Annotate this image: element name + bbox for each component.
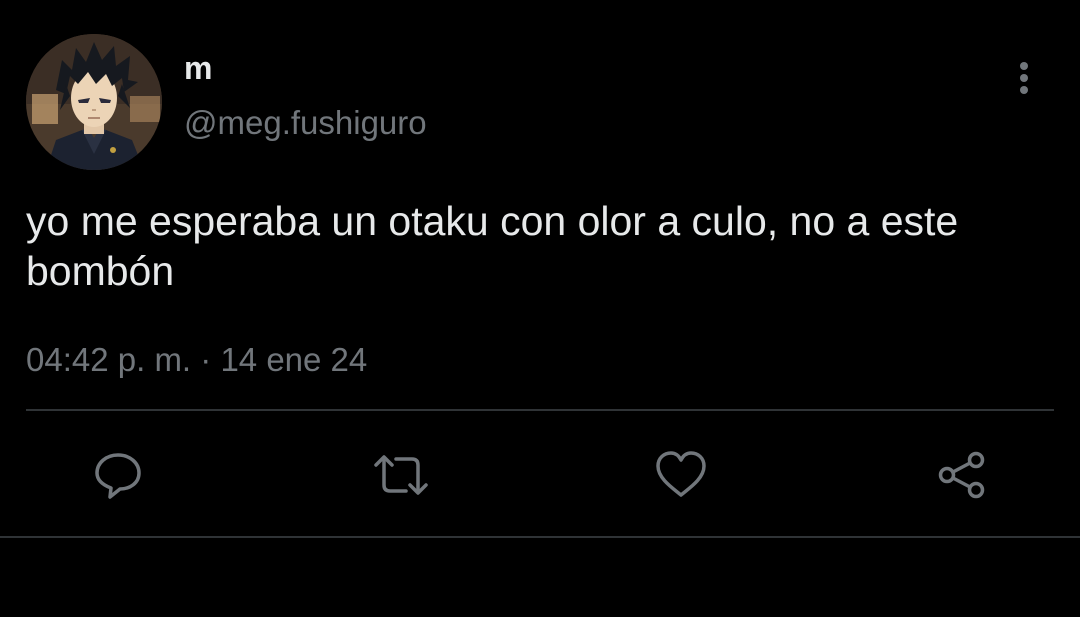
avatar-image <box>26 34 162 170</box>
share-button[interactable] <box>936 449 988 501</box>
vertical-ellipsis-icon <box>1020 62 1028 94</box>
heart-icon <box>656 451 706 497</box>
tweet-date: 14 ene 24 <box>220 341 368 378</box>
tweet-time: 04:42 p. m. <box>26 341 192 378</box>
share-icon <box>938 451 985 499</box>
more-options-button[interactable] <box>1008 58 1040 98</box>
divider <box>26 409 1054 411</box>
retweet-icon <box>374 455 428 495</box>
retweet-button[interactable] <box>372 449 428 501</box>
display-name[interactable]: m <box>184 50 212 86</box>
reply-icon <box>95 453 141 499</box>
tweet-timestamp[interactable]: 04:42 p. m. · 14 ene 24 <box>26 340 367 380</box>
bottom-divider <box>0 536 1080 538</box>
tweet-text: yo me esperaba un otaku con olor a culo,… <box>26 198 959 294</box>
avatar[interactable] <box>26 34 162 170</box>
like-button[interactable] <box>654 449 706 501</box>
reply-button[interactable] <box>92 449 144 501</box>
meta-separator: · <box>200 341 212 378</box>
user-handle[interactable]: @meg.fushiguro <box>184 103 427 143</box>
